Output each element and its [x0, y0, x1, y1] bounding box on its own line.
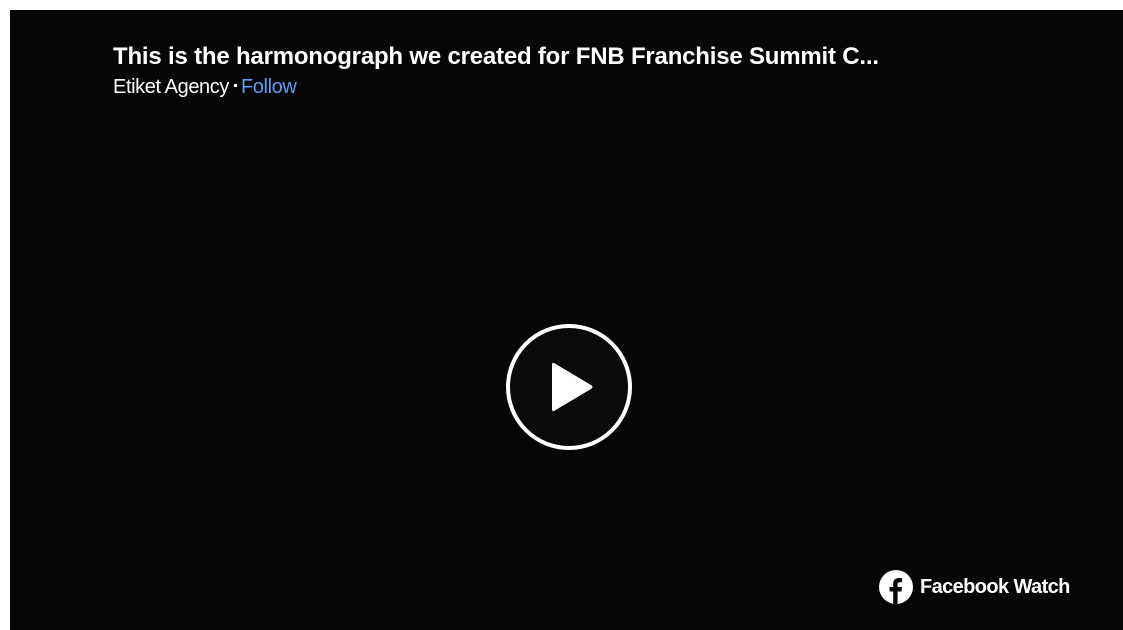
facebook-watch-link[interactable]: Facebook Watch [879, 570, 1070, 604]
byline: Etiket Agency Follow [113, 74, 1083, 100]
video-title[interactable]: This is the harmonograph we created for … [113, 40, 1083, 74]
follow-link[interactable]: Follow [241, 76, 297, 98]
video-header: This is the harmonograph we created for … [113, 40, 1083, 100]
facebook-icon [879, 570, 913, 604]
play-button[interactable] [505, 323, 633, 451]
author-name[interactable]: Etiket Agency [113, 76, 229, 98]
facebook-watch-label: Facebook Watch [920, 575, 1070, 598]
separator-dot [233, 84, 237, 88]
video-player[interactable]: This is the harmonograph we created for … [10, 10, 1123, 630]
play-icon [506, 324, 632, 450]
